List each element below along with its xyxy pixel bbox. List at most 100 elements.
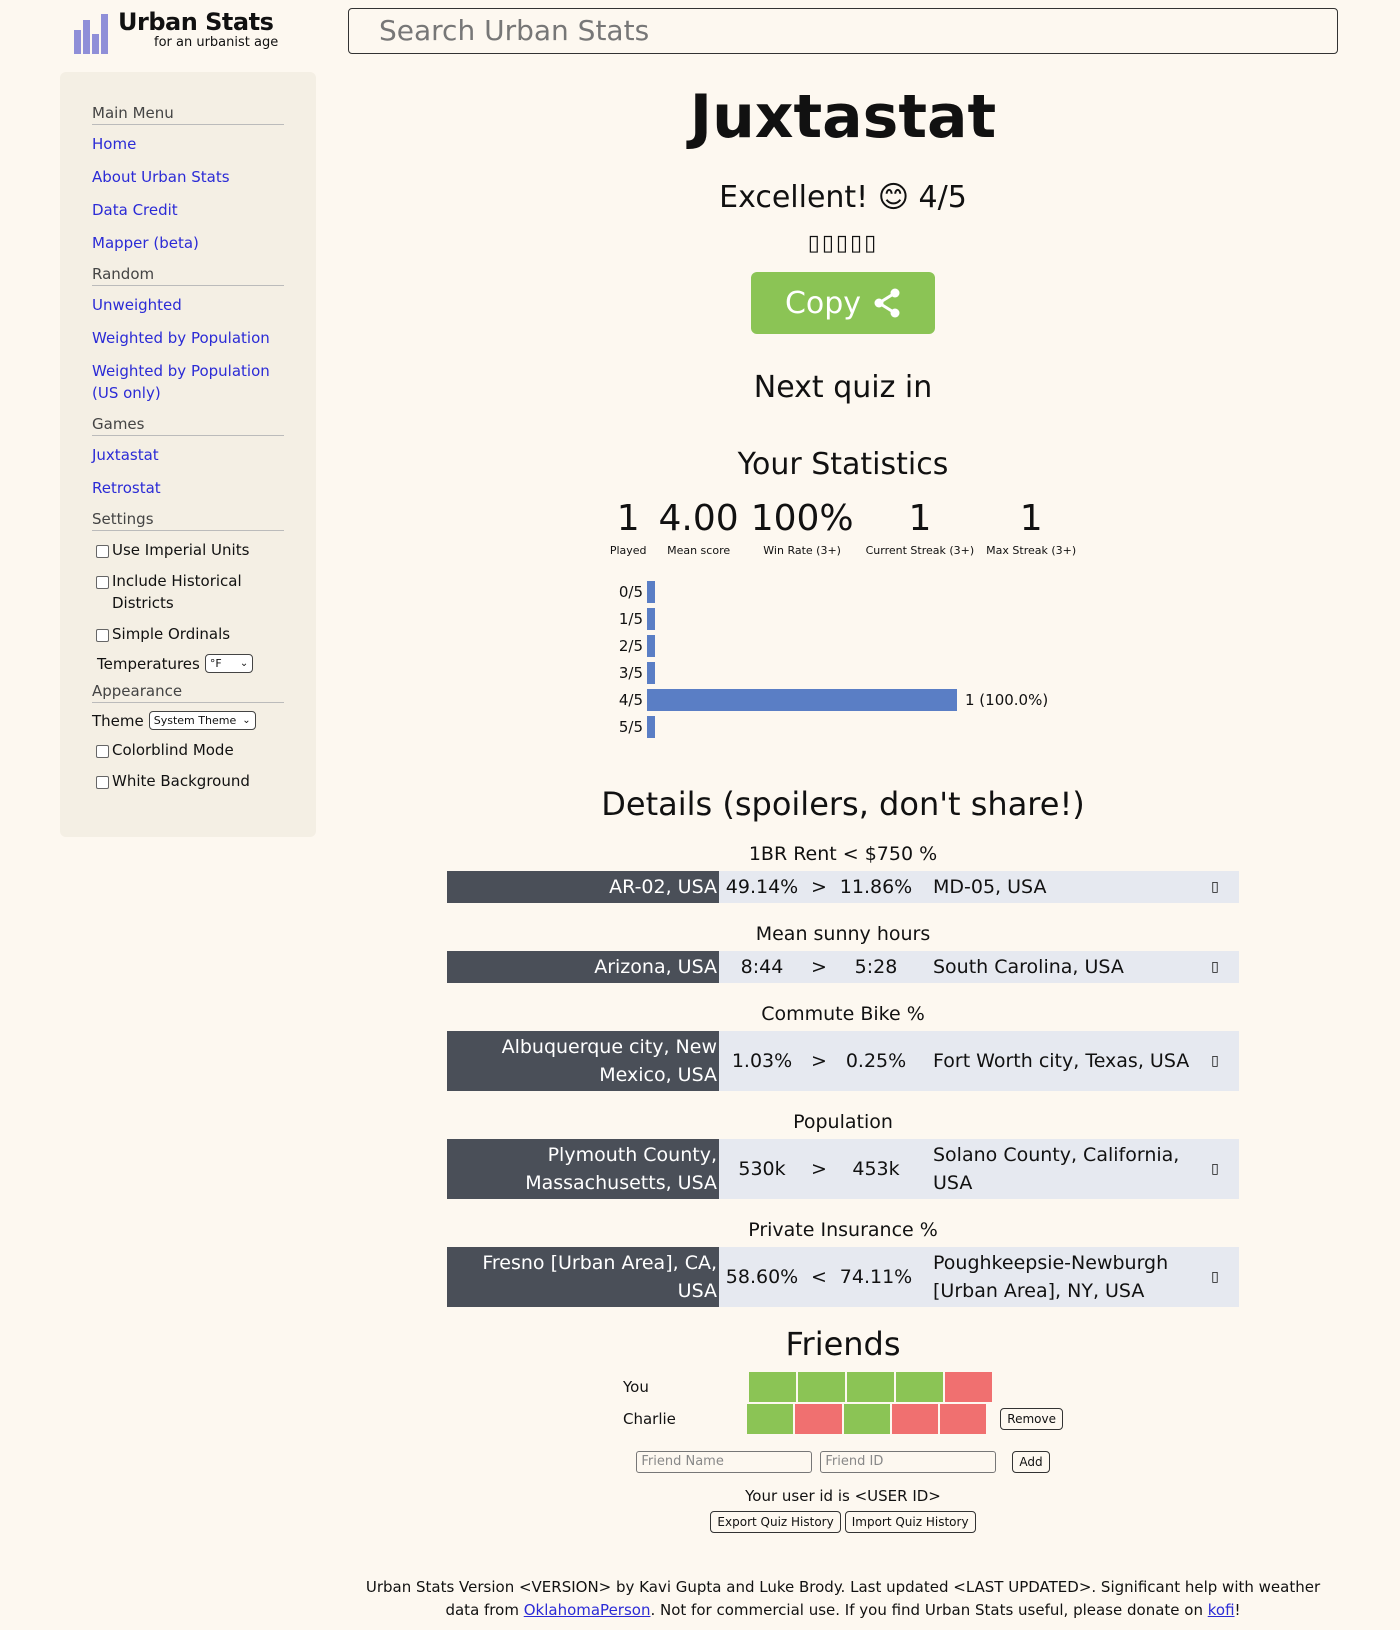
sidebar-link-mapper[interactable]: Mapper (beta) — [92, 232, 284, 254]
chevron-down-icon: ⌄ — [242, 715, 251, 726]
question-right-value: 11.86% — [839, 876, 913, 898]
stat-value: 100% — [750, 498, 854, 539]
friend-name-input[interactable]: Friend Name — [636, 1451, 813, 1473]
result-icon: ▯ — [1211, 879, 1219, 895]
question-right-value: 453k — [852, 1158, 900, 1180]
question-row: Arizona, USA 8:44 >5:28 South Carolina, USA… — [447, 951, 1239, 983]
friend-id-input[interactable]: Friend ID — [820, 1451, 997, 1473]
correct-cell — [747, 1404, 794, 1434]
theme-select[interactable]: System Theme ⌄ — [148, 711, 256, 730]
historical-districts-checkbox[interactable] — [96, 576, 109, 589]
stat-label: Mean score — [667, 544, 731, 557]
setting-colorblind[interactable]: Colorblind Mode — [92, 739, 284, 761]
brand-subtitle: for an urbanist age — [154, 35, 279, 50]
question-left-region: Albuquerque city, New Mexico, USA — [447, 1031, 719, 1091]
question-left-region: AR-02, USA — [447, 871, 719, 903]
wrong-cell — [940, 1404, 987, 1434]
setting-white-background[interactable]: White Background — [92, 770, 284, 792]
sidebar-link-weighted-population[interactable]: Weighted by Population — [92, 327, 284, 349]
footer-link-oklahomaperson[interactable]: OklahomaPerson — [524, 1601, 651, 1619]
footer: Urban Stats Version <VERSION> by Kavi Gu… — [348, 1576, 1338, 1622]
result-icon: ▯ — [1211, 1161, 1219, 1177]
setting-historical-districts[interactable]: Include Historical Districts — [92, 570, 284, 614]
sidebar-link-retrostat[interactable]: Retrostat — [92, 477, 284, 499]
friend-name: Charlie — [623, 1410, 676, 1428]
main-content: Juxtastat Excellent! 😊 4/5 ▯▯▯▯▯ Copy Ne… — [348, 60, 1338, 1533]
question-left-region: Fresno [Urban Area], CA, USA — [447, 1247, 719, 1307]
question-stat-label: Private Insurance % — [748, 1219, 938, 1241]
question-right-value: 0.25% — [845, 1050, 907, 1072]
stat-item: 4.00 Mean score — [653, 498, 745, 557]
question-left-value: 8:44 — [740, 956, 784, 978]
question-details: 1BR Rent < $750 % AR-02, USA 49.14% >11.86%… — [447, 843, 1239, 1307]
temperatures-select[interactable]: °F ⌄ — [204, 654, 254, 673]
statistics-row: 1 Played 4.00 Mean score 100% Win Rate (3+) 1 C… — [348, 498, 1338, 557]
setting-simple-ordinals[interactable]: Simple Ordinals — [92, 623, 284, 645]
simple-ordinals-checkbox[interactable] — [96, 629, 109, 642]
question-right-region: Solano County, California, USA — [933, 1144, 1180, 1194]
question-right-region: Poughkeepsie-Newburgh [Urban Area], NY, … — [933, 1252, 1169, 1302]
historical-districts-label: Include Historical Districts — [112, 572, 242, 612]
friend-row: You — [623, 1371, 1063, 1403]
sidebar-heading-appearance: Appearance — [92, 682, 284, 703]
setting-imperial-units[interactable]: Use Imperial Units — [92, 539, 284, 561]
sidebar-link-juxtastat[interactable]: Juxtastat — [92, 444, 284, 466]
white-background-label: White Background — [112, 772, 250, 790]
imperial-units-checkbox[interactable] — [96, 545, 109, 558]
question-right-region: Fort Worth city, Texas, USA — [933, 1050, 1190, 1072]
theme-value: System Theme — [153, 714, 237, 727]
sidebar-link-home[interactable]: Home — [92, 133, 284, 155]
stat-label: Current Streak (3+) — [865, 544, 975, 557]
stat-item: 1 Current Streak (3+) — [860, 498, 981, 557]
question-left-value: 58.60% — [725, 1266, 799, 1288]
question-stat-label: Population — [793, 1111, 893, 1133]
details-heading: Details (spoilers, don't share!) — [601, 785, 1085, 823]
sidebar-link-unweighted[interactable]: Unweighted — [92, 294, 284, 316]
sidebar-link-data-credit[interactable]: Data Credit — [92, 199, 284, 221]
copy-label: Copy — [784, 285, 862, 321]
question-stat-label: Mean sunny hours — [755, 923, 931, 945]
footer-link-kofi[interactable]: kofi — [1208, 1601, 1235, 1619]
question-left-value: 1.03% — [731, 1050, 793, 1072]
colorblind-checkbox[interactable] — [96, 745, 109, 758]
remove-friend-button[interactable]: Remove — [1000, 1408, 1063, 1430]
sidebar-link-about[interactable]: About Urban Stats — [92, 166, 284, 188]
histogram-bar — [647, 581, 655, 603]
sidebar-link-weighted-population-us[interactable]: Weighted by Population (US only) — [92, 360, 284, 404]
question-row: Fresno [Urban Area], CA, USA 58.60% <74.11… — [447, 1247, 1239, 1307]
friends-heading: Friends — [785, 1325, 901, 1363]
temperatures-value: °F — [209, 657, 222, 670]
histogram-row: 1/5 — [613, 608, 655, 630]
export-history-button[interactable]: Export Quiz History — [710, 1511, 841, 1533]
logo[interactable]: Urban Stats for an urbanist age — [74, 8, 278, 54]
histogram-label: 0/5 — [618, 583, 643, 601]
setting-theme: Theme System Theme ⌄ — [92, 711, 284, 730]
sidebar-heading-settings: Settings — [92, 510, 284, 531]
search-input[interactable]: Search Urban Stats — [348, 8, 1338, 54]
histogram-label: 5/5 — [618, 718, 643, 736]
result-icon: ▯ — [1211, 1269, 1219, 1285]
logo-bars-icon — [74, 8, 108, 54]
white-background-checkbox[interactable] — [96, 776, 109, 789]
temperatures-label: Temperatures — [97, 654, 200, 673]
question-right-region: MD-05, USA — [933, 876, 1047, 898]
add-friend-row: Friend Name Friend ID Add — [348, 1451, 1338, 1473]
question-right-value: 74.11% — [839, 1266, 913, 1288]
copy-button[interactable]: Copy — [751, 272, 935, 334]
question-comparison: < — [811, 1266, 827, 1288]
result-summary: Excellent! 😊 4/5 — [719, 180, 967, 215]
question-row: Plymouth County, Massachusetts, USA 530k >… — [447, 1139, 1239, 1199]
friend-row: Charlie Remove — [623, 1403, 1063, 1435]
correct-cell — [749, 1372, 796, 1402]
question-left-value: 49.14% — [725, 876, 799, 898]
sidebar: Main Menu Home About Urban Stats Data Cr… — [60, 72, 316, 837]
histogram-bar — [647, 689, 957, 711]
histogram-row: 5/5 — [613, 716, 655, 738]
add-friend-button[interactable]: Add — [1012, 1451, 1050, 1473]
question-right-region: South Carolina, USA — [933, 956, 1124, 978]
question-left-region: Plymouth County, Massachusetts, USA — [447, 1139, 719, 1199]
histogram-value: 1 (100.0%) — [965, 691, 1049, 709]
result-emoji-row: ▯▯▯▯▯ — [807, 231, 879, 256]
correct-cell — [798, 1372, 845, 1402]
import-history-button[interactable]: Import Quiz History — [844, 1511, 976, 1533]
